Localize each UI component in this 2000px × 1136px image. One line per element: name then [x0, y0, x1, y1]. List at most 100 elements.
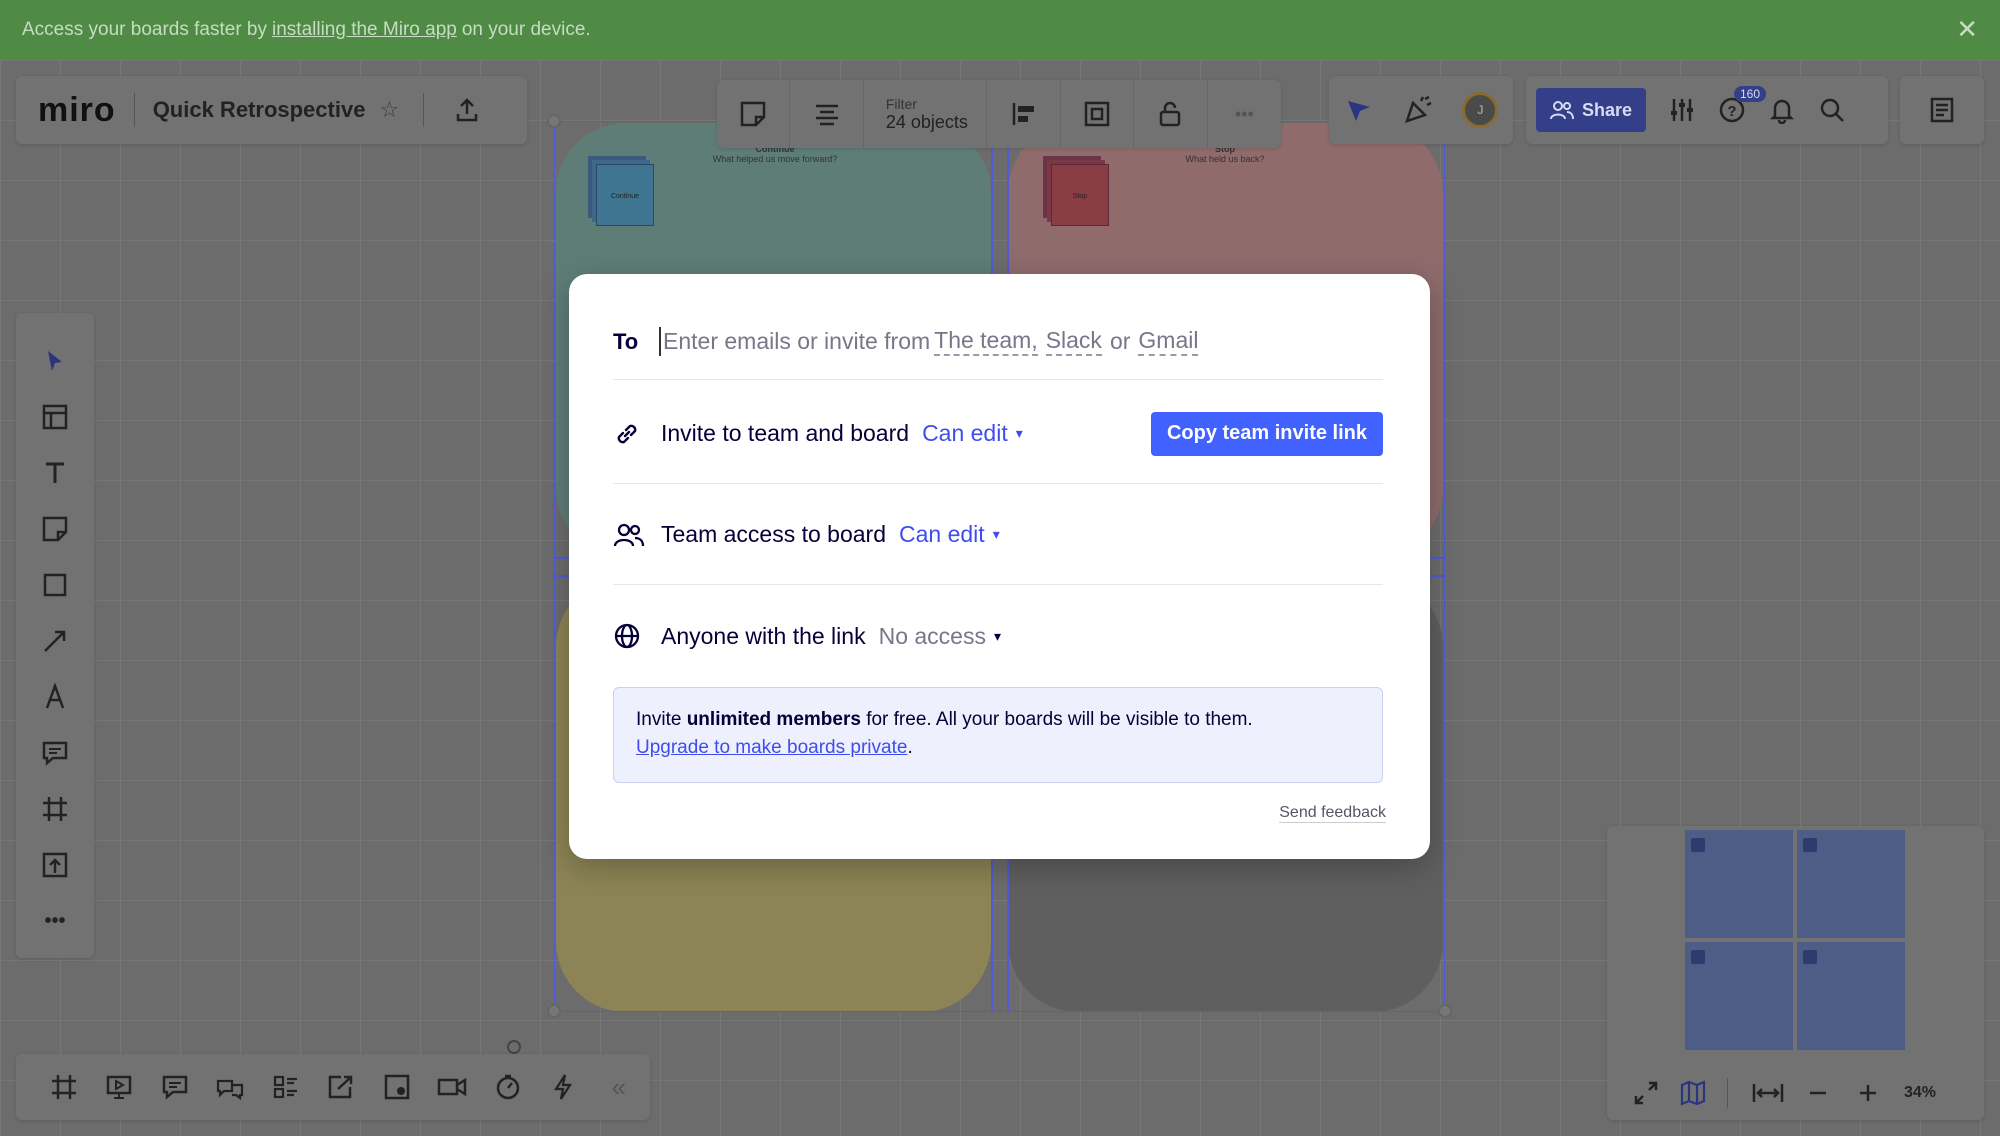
close-icon[interactable]: ✕ [1956, 14, 1978, 45]
board-title[interactable]: Quick Retrospective [153, 97, 366, 123]
upload-icon[interactable] [454, 97, 480, 123]
invite-team-board-label: Invite to team and board [661, 420, 910, 446]
frame-fit-icon[interactable] [1061, 80, 1135, 148]
header-divider [133, 93, 135, 127]
link-access-label: Anyone with the link [661, 622, 866, 649]
collapse-toolbar-icon[interactable]: « [591, 1072, 647, 1103]
fullscreen-icon[interactable] [1633, 1080, 1659, 1106]
chevron-down-icon: ▾ [1015, 425, 1023, 441]
bottom-toolbar: « [16, 1054, 650, 1120]
link-access-permission-dropdown[interactable]: No access ▾ [879, 623, 1001, 650]
help-icon[interactable]: ? 160 [1718, 86, 1767, 124]
fit-width-icon[interactable] [1752, 1081, 1784, 1105]
timer-icon[interactable] [480, 1073, 536, 1101]
video-call-icon[interactable] [425, 1073, 481, 1101]
resize-handle-top-left[interactable] [547, 114, 561, 128]
team-access-permission-dropdown[interactable]: Can edit ▾ [899, 521, 1000, 548]
resize-handle-bottom-right[interactable] [1438, 1004, 1452, 1018]
filter-button[interactable]: Filter 24 objects [864, 80, 988, 148]
lightning-apps-icon[interactable] [536, 1073, 592, 1101]
creation-toolbar: ••• [16, 313, 94, 958]
frames-icon[interactable] [36, 1073, 92, 1101]
info-text: Invite [636, 709, 682, 730]
board-header: miro Quick Retrospective ☆ [16, 76, 527, 144]
rotate-handle[interactable] [507, 1040, 521, 1054]
connection-line-icon[interactable] [16, 613, 94, 669]
upgrade-private-boards-link[interactable]: Upgrade to make boards private [636, 737, 907, 758]
sticky-note-icon[interactable] [717, 80, 791, 148]
pen-tool-icon[interactable] [16, 669, 94, 725]
invite-from-team-link[interactable]: The team, [934, 327, 1038, 356]
link-access-permission-value: No access [878, 622, 986, 649]
document-list-icon [1928, 96, 1956, 124]
minimap-sticky [1691, 838, 1705, 852]
minimap-sticky [1803, 838, 1817, 852]
comment-tool-icon[interactable] [16, 725, 94, 781]
select-tool-icon[interactable] [16, 333, 94, 389]
team-access-permission-value: Can edit [899, 521, 985, 547]
chevron-down-icon: ▾ [992, 526, 1000, 542]
user-avatar[interactable]: J [1462, 92, 1499, 128]
search-icon[interactable] [1818, 96, 1846, 124]
notifications-bell-icon[interactable] [1768, 96, 1796, 124]
zoom-level[interactable]: 34% [1904, 1084, 1936, 1102]
map-icon[interactable] [1679, 1079, 1707, 1107]
notes-panel-button[interactable] [1900, 76, 1984, 144]
to-label: To [613, 328, 639, 354]
shape-tool-icon[interactable] [16, 557, 94, 613]
more-tools-icon[interactable]: ••• [16, 893, 94, 949]
minimap-quadrant[interactable] [1685, 830, 1793, 938]
minimap-panel: 34% [1607, 826, 1984, 1120]
lock-icon[interactable] [1134, 80, 1208, 148]
invite-permission-dropdown[interactable]: Can edit ▾ [922, 420, 1023, 447]
chevron-down-icon: ▾ [993, 627, 1001, 644]
frame-tool-icon[interactable] [16, 781, 94, 837]
copy-team-invite-link-button[interactable]: Copy team invite link [1150, 411, 1383, 456]
invite-from-slack-link[interactable]: Slack [1045, 327, 1102, 356]
users-icon [1549, 100, 1574, 120]
celebrate-icon[interactable] [1403, 95, 1433, 125]
align-text-icon[interactable] [790, 80, 864, 148]
align-objects-icon[interactable] [987, 80, 1061, 148]
chat-icon[interactable] [203, 1073, 259, 1101]
team-access-row: Team access to board Can edit ▾ [613, 485, 1383, 585]
invite-email-input[interactable]: Enter emails or invite from The team, Sl… [659, 327, 1202, 356]
filter-label: Filter [885, 95, 917, 112]
minimap-quadrant[interactable] [1797, 830, 1905, 938]
email-placeholder: Enter emails or invite from [663, 328, 931, 354]
team-access-label: Team access to board [661, 521, 887, 547]
invite-from-gmail-link[interactable]: Gmail [1138, 327, 1199, 356]
screen-record-icon[interactable] [369, 1073, 425, 1101]
upgrade-info-box: Invite unlimited members for free. All y… [613, 687, 1383, 783]
upload-tool-icon[interactable] [16, 837, 94, 893]
templates-icon[interactable] [16, 389, 94, 445]
zoom-out-icon[interactable] [1806, 1081, 1830, 1105]
cursor-follow-icon[interactable] [1344, 95, 1374, 125]
cards-list-icon[interactable] [258, 1073, 314, 1101]
minimap-quadrant[interactable] [1685, 942, 1793, 1050]
info-text-rest: for free. All your boards will be visibl… [866, 709, 1253, 730]
collaboration-tools: J [1329, 76, 1513, 144]
comments-icon[interactable] [147, 1073, 203, 1101]
send-feedback-link[interactable]: Send feedback [1279, 804, 1386, 823]
miro-logo[interactable]: miro [38, 91, 116, 130]
share-screen-icon[interactable] [314, 1073, 370, 1101]
help-badge: 160 [1734, 86, 1767, 102]
presentation-icon[interactable] [92, 1073, 148, 1101]
text-tool-icon[interactable] [16, 445, 94, 501]
install-app-link[interactable]: installing the Miro app [272, 19, 457, 41]
info-bold-text: unlimited members [686, 709, 861, 730]
minimap-quadrant[interactable] [1797, 942, 1905, 1050]
resize-handle-bottom-left[interactable] [547, 1004, 561, 1018]
share-button[interactable]: Share [1536, 88, 1646, 132]
settings-sliders-icon[interactable] [1668, 96, 1696, 124]
minimap-controls: 34% [1607, 1066, 1984, 1120]
svg-text:?: ? [1727, 103, 1736, 120]
minimap-divider [1727, 1078, 1728, 1108]
sticky-note-tool-icon[interactable] [16, 501, 94, 557]
zoom-in-icon[interactable] [1856, 1081, 1880, 1105]
globe-icon [613, 622, 653, 650]
more-options-icon[interactable]: ••• [1208, 80, 1281, 148]
info-period: . [907, 737, 913, 758]
star-icon[interactable]: ☆ [379, 97, 399, 123]
